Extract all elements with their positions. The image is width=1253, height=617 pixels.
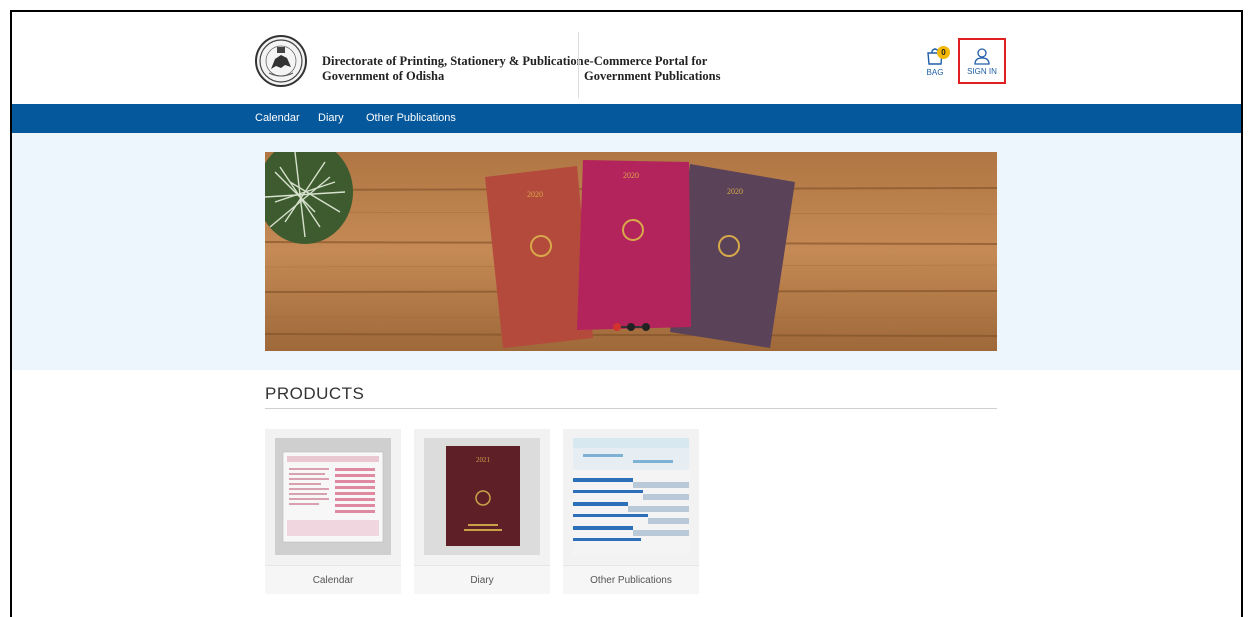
diary-magenta-year: 2020 xyxy=(623,171,639,180)
org-line-2: Government of Odisha xyxy=(322,69,445,83)
diary-thumbnail: 2021 xyxy=(424,438,540,555)
banner-carousel[interactable]: 2020 2020 2020 xyxy=(265,152,997,351)
site-header: Directorate of Printing, Stationery & Pu… xyxy=(12,12,1241,104)
nav-item-other-publications[interactable]: Other Publications xyxy=(366,104,456,133)
hero-section: 2020 2020 2020 xyxy=(12,133,1241,370)
diary-purple-year: 2020 xyxy=(727,187,743,196)
product-label-other-publications: Other Publications xyxy=(563,565,699,594)
bag-label: BAG xyxy=(926,68,944,77)
product-label-calendar: Calendar xyxy=(265,565,401,594)
organization-name: Directorate of Printing, Stationery & Pu… xyxy=(322,54,584,84)
products-heading: PRODUCTS xyxy=(265,384,365,403)
nav-item-diary[interactable]: Diary xyxy=(318,104,344,133)
products-divider xyxy=(265,408,997,409)
diary-magenta: 2020 xyxy=(577,160,691,330)
bag-count-badge: 0 xyxy=(937,46,950,59)
product-card-diary[interactable]: 2021 Diary xyxy=(414,429,550,594)
portal-line-1: e-Commerce Portal for xyxy=(584,54,708,68)
sign-in-label: SIGN IN xyxy=(967,67,997,76)
product-card-calendar[interactable]: Calendar xyxy=(265,429,401,594)
carousel-dot-1[interactable] xyxy=(613,323,621,331)
browser-frame: Directorate of Printing, Stationery & Pu… xyxy=(10,10,1243,617)
nav-item-calendar[interactable]: Calendar xyxy=(255,104,300,133)
portal-line-2: Government Publications xyxy=(584,69,721,83)
diary-thumb-year: 2021 xyxy=(476,456,491,464)
publications-thumbnail xyxy=(573,438,689,555)
calendar-thumbnail xyxy=(275,438,391,555)
product-card-other-publications[interactable]: Other Publications xyxy=(563,429,699,594)
carousel-dot-2[interactable] xyxy=(627,323,635,331)
product-label-diary: Diary xyxy=(414,565,550,594)
user-icon xyxy=(974,48,990,65)
carousel-indicators xyxy=(613,323,650,331)
main-navigation: Calendar Diary Other Publications xyxy=(12,104,1241,133)
portal-name: e-Commerce Portal for Government Publica… xyxy=(584,54,720,84)
org-line-1: Directorate of Printing, Stationery & Pu… xyxy=(322,54,584,68)
diary-red-year: 2020 xyxy=(527,190,543,199)
sign-in-button[interactable]: SIGN IN xyxy=(958,38,1006,84)
bag-button[interactable]: 0 BAG xyxy=(917,46,953,84)
carousel-dot-3[interactable] xyxy=(642,323,650,331)
header-divider xyxy=(578,32,579,98)
diary-red: 2020 xyxy=(485,166,593,348)
odisha-emblem-logo xyxy=(255,35,307,87)
